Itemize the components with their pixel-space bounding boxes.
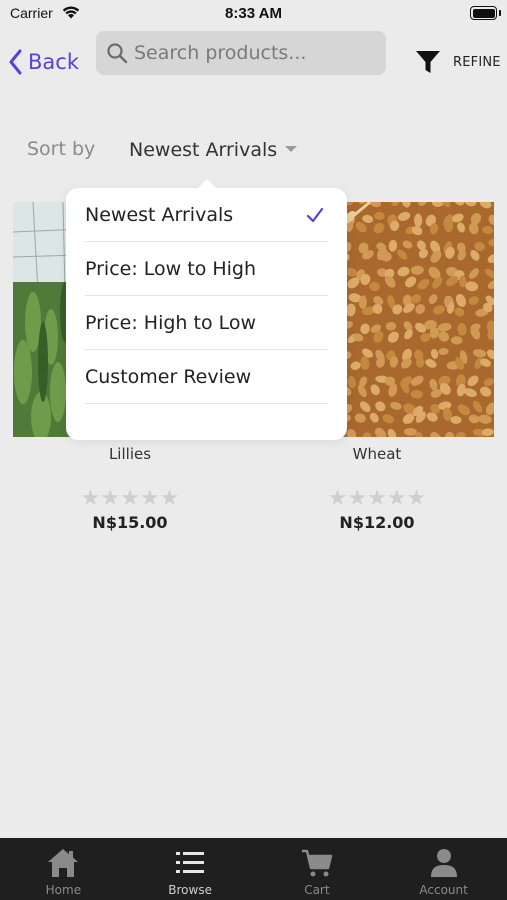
sort-option-label: Price: Low to High [85,257,257,280]
star-icon: ★ [386,486,407,511]
checkmark-icon [306,207,324,223]
battery-icon [470,6,497,20]
sort-option-price-high-low[interactable]: Price: High to Low [85,296,328,350]
tab-label: Browse [168,883,212,897]
home-icon [48,849,79,877]
caret-down-icon [285,145,298,152]
tab-label: Home [45,883,82,897]
search-box[interactable] [96,31,386,75]
sort-dropdown-toggle[interactable]: Newest Arrivals [129,139,298,161]
tab-label: Cart [304,883,330,897]
sort-option-label: Customer Review [85,365,252,388]
star-icon: ★ [367,486,387,511]
filter-icon [416,51,440,73]
clock: 8:33 AM [225,5,282,22]
back-label: Back [28,50,79,74]
user-icon [430,849,457,877]
star-rating: ★★★★★ [13,487,247,511]
search-input[interactable] [134,42,374,64]
product-price: N$15.00 [92,513,168,532]
chevron-left-icon [9,49,22,75]
product-name: Wheat [352,445,402,463]
tab-bar: Home Browse Cart Account [0,838,507,900]
sort-option-price-low-high[interactable]: Price: Low to High [85,242,328,296]
star-icon: ★ [159,486,180,511]
sort-selected-label: Newest Arrivals [129,139,278,161]
battery-cap [499,10,501,16]
status-bar: Carrier 8:33 AM [0,0,507,28]
tab-browse[interactable]: Browse [127,838,254,900]
cart-icon [301,849,333,877]
sort-option-label: Price: High to Low [85,311,257,334]
sort-option-label: Newest Arrivals [85,203,234,226]
sort-dropdown-menu: Newest Arrivals Price: Low to High Price… [66,179,347,440]
star-rating: ★★★★★ [260,487,494,511]
product-price: N$12.00 [339,513,415,532]
star-icon: ★ [406,486,427,511]
star-icon: ★ [120,486,140,511]
sort-option-newest[interactable]: Newest Arrivals [85,188,328,242]
sort-option-customer-review[interactable]: Customer Review [85,350,328,404]
back-button[interactable]: Back [8,46,79,78]
tab-account[interactable]: Account [380,838,507,900]
star-icon: ★ [139,486,160,511]
refine-label: REFINE [453,54,501,70]
star-icon: ★ [100,486,121,511]
refine-button[interactable]: REFINE [415,48,501,76]
star-icon: ★ [347,486,368,511]
tab-cart[interactable]: Cart [254,838,381,900]
star-icon: ★ [327,486,348,511]
list-icon [176,852,205,873]
tab-label: Account [419,883,468,897]
tab-home[interactable]: Home [0,838,127,900]
search-icon [107,43,128,64]
star-icon: ★ [80,486,101,511]
sort-by-label: Sort by [27,138,96,160]
product-name: Lillies [108,445,152,463]
